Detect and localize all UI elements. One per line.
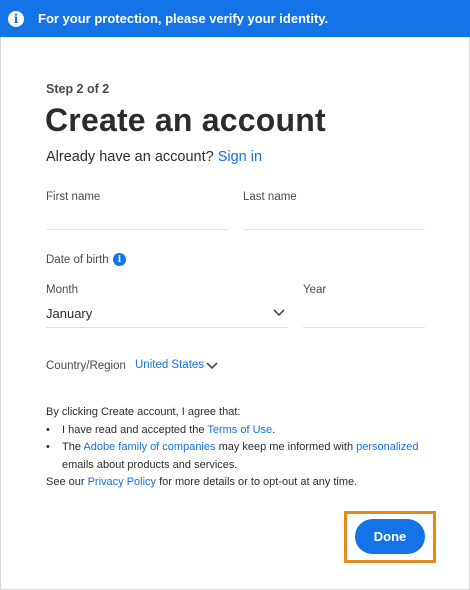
step-indicator: Step 2 of 2: [46, 82, 110, 96]
month-select-value[interactable]: January: [46, 306, 92, 321]
done-button[interactable]: Done: [355, 519, 425, 554]
country-select-value[interactable]: United States: [135, 359, 204, 371]
first-name-field[interactable]: [46, 229, 228, 230]
legal-bullet-1: • I have read and accepted the Terms of U…: [46, 422, 446, 440]
year-label: Year: [303, 284, 327, 296]
privacy-policy-link[interactable]: Privacy Policy: [88, 476, 156, 488]
info-icon: i: [8, 10, 24, 27]
page-title: Create an account: [45, 102, 326, 138]
first-name-label: First name: [46, 191, 101, 203]
terms-of-use-link[interactable]: Terms of Use: [207, 424, 272, 436]
personalized-link[interactable]: personalized: [356, 441, 418, 453]
legal-bullet-2: • The Adobe family of companies may keep …: [46, 439, 446, 457]
dob-label: Date of birth: [46, 254, 109, 266]
year-field[interactable]: [303, 327, 425, 328]
month-label: Month: [46, 284, 78, 296]
verification-banner: i For your protection, please verify you…: [0, 0, 470, 37]
already-text: Already have an account?: [46, 149, 214, 165]
legal-bullet-2-cont: emails about products and services.: [62, 458, 238, 471]
country-chevron-down-icon[interactable]: [206, 362, 218, 370]
adobe-family-link[interactable]: Adobe family of companies: [83, 441, 215, 453]
legal-text: By clicking Create account, I agree that…: [46, 404, 446, 492]
sign-in-link[interactable]: Sign in: [218, 149, 262, 165]
legal-intro: By clicking Create account, I agree that…: [46, 406, 241, 418]
bullet-dot: •: [46, 423, 50, 436]
dob-info-icon[interactable]: i: [113, 253, 126, 266]
last-name-field[interactable]: [243, 229, 425, 230]
country-label: Country/Region: [46, 360, 126, 372]
legal-privacy: See our Privacy Policy for more details …: [46, 476, 358, 488]
bullet-dot: •: [46, 441, 50, 453]
month-select[interactable]: [46, 327, 288, 328]
already-have-account: Already have an account? Sign in: [46, 149, 262, 165]
banner-message: For your protection, please verify your …: [38, 11, 329, 26]
chevron-down-icon[interactable]: [273, 309, 285, 317]
last-name-label: Last name: [243, 191, 297, 203]
